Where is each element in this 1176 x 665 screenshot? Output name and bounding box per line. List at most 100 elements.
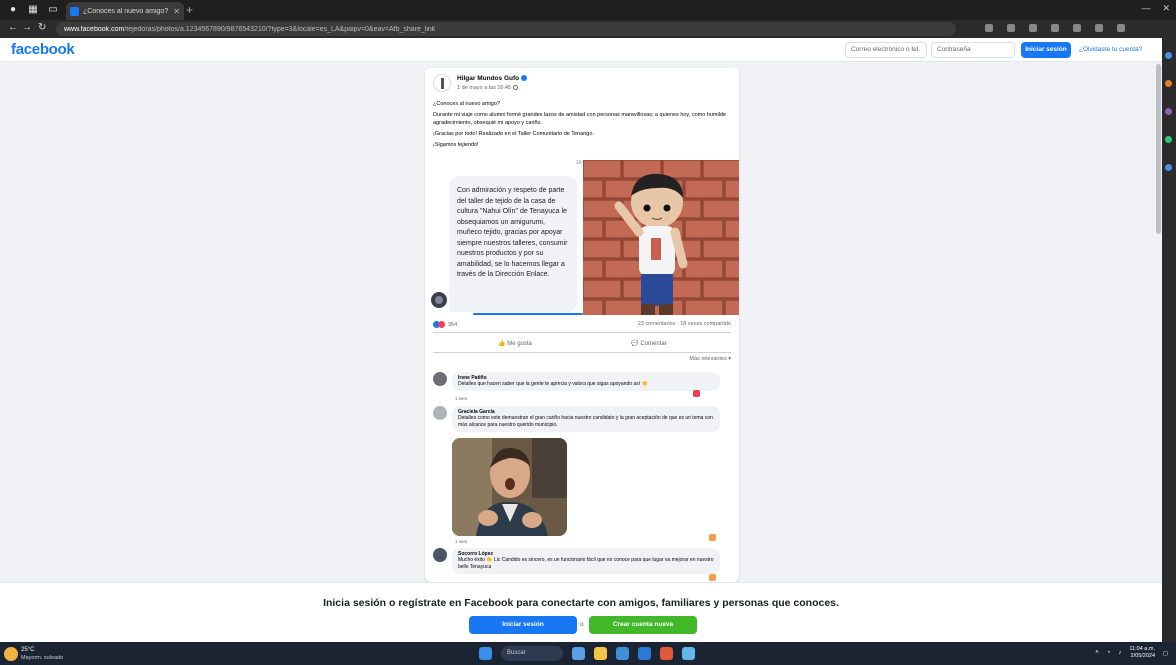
tab-actions-icon[interactable]: ▭ bbox=[46, 3, 60, 17]
header-login-button[interactable]: Iniciar sesión bbox=[1021, 42, 1071, 58]
facebook-logo[interactable]: facebook bbox=[11, 41, 75, 58]
start-icon[interactable] bbox=[479, 647, 492, 660]
tools-sidebar-icon[interactable] bbox=[1165, 108, 1172, 115]
back-icon[interactable]: ← bbox=[8, 22, 18, 33]
task-view-icon[interactable] bbox=[572, 647, 585, 660]
app-icon[interactable] bbox=[682, 647, 695, 660]
extension-icon[interactable] bbox=[1007, 24, 1015, 32]
new-tab-icon[interactable]: + bbox=[186, 2, 193, 18]
edge-browser-icon[interactable] bbox=[616, 647, 629, 660]
store-icon[interactable] bbox=[638, 647, 651, 660]
comment-reaction-icon bbox=[693, 390, 700, 397]
network-icon[interactable]: ◔ bbox=[1107, 650, 1111, 656]
forward-icon[interactable]: → bbox=[22, 22, 32, 33]
close-tab-icon[interactable]: ✕ bbox=[173, 7, 180, 16]
shopping-sidebar-icon[interactable] bbox=[1165, 80, 1172, 87]
banner-or: o bbox=[580, 621, 584, 628]
commenter-avatar[interactable] bbox=[433, 548, 447, 562]
file-explorer-icon[interactable] bbox=[594, 647, 607, 660]
comment-gif[interactable] bbox=[452, 438, 567, 536]
post-text: ¿Conoces al nuevo amigo? Durante mi viaj… bbox=[433, 100, 731, 152]
system-tray: ˄ ◔ ♪ 11:04 a.m. 2/05/2024 ◻ bbox=[1095, 646, 1168, 660]
email-field[interactable]: Correo electrónico o tel. bbox=[845, 42, 927, 58]
page-scrollbar[interactable] bbox=[1155, 62, 1162, 582]
browser-tab-bar: ● ▦ ▭ ¿Conoces al nuevo amigo? Dale ... … bbox=[0, 0, 1176, 20]
comment-reaction-icon bbox=[709, 574, 716, 581]
tab-title: ¿Conoces al nuevo amigo? Dale ... bbox=[83, 7, 169, 15]
scrollbar-thumb[interactable] bbox=[1156, 64, 1161, 234]
post-card: Hilgar Mundos Gufo 1 de mayo a las 16:45… bbox=[425, 68, 739, 582]
reaction-count: 354 bbox=[448, 321, 458, 328]
weather-widget[interactable]: 25°C Mayorm. soleado bbox=[4, 645, 74, 663]
love-reaction-icon bbox=[438, 321, 445, 328]
post-text-line: ¿Conoces al nuevo amigo? bbox=[433, 101, 500, 107]
post-text-line: Durante mi viaje como alumni formé grand… bbox=[433, 112, 727, 126]
commenter-avatar[interactable] bbox=[433, 372, 447, 386]
notifications-icon[interactable]: ◻ bbox=[1163, 650, 1168, 657]
password-field[interactable]: Contraseña bbox=[931, 42, 1015, 58]
search-sidebar-icon[interactable] bbox=[1165, 52, 1172, 59]
browser-address-bar: ← → ↻ www.facebook.com/tejedoras/photos/… bbox=[0, 20, 1176, 38]
url-field[interactable]: www.facebook.com/tejedoras/photos/a.1234… bbox=[56, 22, 956, 36]
reload-icon[interactable]: ↻ bbox=[38, 22, 46, 33]
message-bubble: Con admiración y respeto de parte del ta… bbox=[449, 176, 577, 312]
amigurumi-photo[interactable] bbox=[583, 160, 739, 315]
comment-time[interactable]: 1 sem bbox=[455, 396, 467, 401]
settings-icon[interactable] bbox=[1117, 24, 1125, 32]
comment-button[interactable]: 💬 Comentar bbox=[599, 340, 699, 347]
tray-chevron-icon[interactable]: ˄ bbox=[1095, 650, 1099, 656]
volume-icon[interactable]: ♪ bbox=[1118, 650, 1121, 656]
minimize-icon[interactable]: — bbox=[1141, 3, 1150, 14]
comment-item: Graciela García Detalles como este demue… bbox=[433, 406, 731, 432]
post-timestamp[interactable]: 1 de mayo a las 16:45 bbox=[457, 85, 519, 91]
message-underline bbox=[473, 313, 583, 315]
comment-text: Detalles que hacen saber que la gente te… bbox=[458, 381, 648, 387]
games-sidebar-icon[interactable] bbox=[1165, 136, 1172, 143]
page-name[interactable]: Hilgar Mundos Gufo bbox=[457, 75, 528, 82]
banner-login-button[interactable]: Iniciar sesión bbox=[469, 616, 577, 634]
taskbar-apps: Buscar bbox=[479, 646, 695, 661]
clock-time: 11:04 a.m. bbox=[1129, 646, 1156, 652]
favorites-icon[interactable] bbox=[1051, 24, 1059, 32]
downloads-icon[interactable] bbox=[1095, 24, 1103, 32]
create-account-button[interactable]: Crear cuenta nueva bbox=[589, 616, 697, 634]
page-avatar[interactable] bbox=[433, 74, 451, 92]
post-text-line: ¡Gracias por todo! Realizado en el Talle… bbox=[433, 131, 594, 137]
windows-taskbar: 25°C Mayorm. soleado Buscar ˄ ◔ ♪ 11:04 … bbox=[0, 642, 1176, 665]
profile-icon[interactable]: ● bbox=[6, 3, 20, 17]
outlook-sidebar-icon[interactable] bbox=[1165, 164, 1172, 171]
sun-icon bbox=[4, 647, 18, 661]
collections-icon[interactable] bbox=[1073, 24, 1081, 32]
close-window-icon[interactable]: ✕ bbox=[1162, 3, 1170, 14]
banner-title: Inicia sesión o regístrate en Facebook p… bbox=[323, 597, 839, 609]
login-banner: Inicia sesión o regístrate en Facebook p… bbox=[0, 582, 1162, 642]
comment-sort-dropdown[interactable]: Más relevantes ▾ bbox=[689, 356, 731, 362]
verified-badge-icon bbox=[521, 75, 528, 82]
comment-bubble: Socorro López Mucho éxito 👏 Lic Candido … bbox=[452, 548, 720, 574]
clock-date: 2/05/2024 bbox=[1130, 653, 1156, 659]
globe-icon bbox=[513, 85, 519, 91]
forgot-account-link[interactable]: ¿Olvidaste tu cuenta? bbox=[1079, 46, 1142, 53]
message-sender-avatar bbox=[431, 292, 447, 308]
active-tab[interactable]: ¿Conoces al nuevo amigo? Dale ... ✕ bbox=[66, 2, 184, 20]
extension-icon[interactable] bbox=[1029, 24, 1037, 32]
comment-text: Detalles como este demuestran el gran ca… bbox=[458, 415, 713, 428]
extension-icon[interactable] bbox=[985, 24, 993, 32]
divider bbox=[433, 352, 731, 353]
comment-bubble: Irene Patiño Detalles que hacen saber qu… bbox=[452, 372, 720, 391]
weather-temp: 25°C bbox=[21, 647, 35, 653]
clock[interactable]: 11:04 a.m. 2/05/2024 bbox=[1129, 646, 1155, 660]
taskbar-search[interactable]: Buscar bbox=[501, 646, 563, 661]
workspaces-icon[interactable]: ▦ bbox=[26, 3, 40, 17]
comment-time[interactable]: 1 sem bbox=[455, 539, 467, 544]
commenter-avatar[interactable] bbox=[433, 406, 447, 420]
post-header: Hilgar Mundos Gufo 1 de mayo a las 16:45 bbox=[433, 74, 733, 98]
post-text-line: ¡Sigamos tejiendo! bbox=[433, 142, 479, 148]
post-stats[interactable]: 23 comentarios · 18 veces compartido bbox=[638, 321, 731, 327]
like-button[interactable]: 👍 Me gusta bbox=[465, 340, 565, 347]
browser-sidebar bbox=[1162, 38, 1176, 642]
app-icon[interactable] bbox=[660, 647, 673, 660]
comment-reaction-icon bbox=[709, 534, 716, 541]
weather-condition: Mayorm. soleado bbox=[21, 655, 64, 661]
reactions-summary[interactable]: 354 bbox=[433, 321, 457, 328]
